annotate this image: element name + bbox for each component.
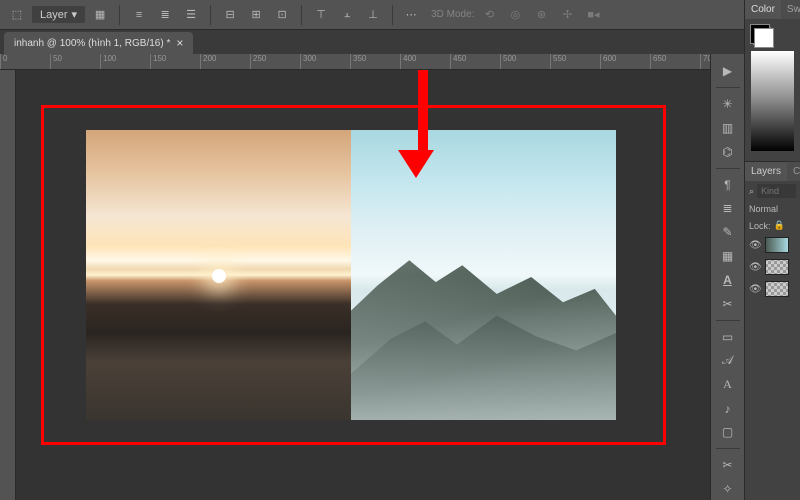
color-slider[interactable] — [751, 51, 794, 151]
lines-icon[interactable]: ≣ — [715, 197, 741, 219]
lock-row: Lock: 🔒 — [745, 217, 800, 234]
visibility-icon[interactable]: 👁 — [749, 284, 762, 295]
cross-icon[interactable]: ✧ — [715, 478, 741, 500]
foreground-background-swatch[interactable] — [753, 27, 771, 45]
bars-icon[interactable]: ▥ — [715, 117, 741, 139]
align-middle-icon[interactable]: ⫠ — [336, 4, 358, 26]
layer-filter-input[interactable] — [757, 184, 796, 198]
glyph-a-icon[interactable]: 𝒜 — [715, 350, 741, 372]
color-panel — [745, 19, 800, 161]
layer-filter-row: ⌕ — [745, 181, 800, 201]
tab-title: inhanh @ 100% (hình 1, RGB/16) * — [14, 38, 170, 49]
transform-controls-icon[interactable]: ▦ — [89, 4, 111, 26]
orbit-icon: ⟲ — [478, 4, 500, 26]
annotation-arrow — [411, 70, 434, 178]
mode-3d-label: 3D Mode: — [431, 9, 474, 20]
ruler-horizontal[interactable]: 0501001502002503003504004505005506006507… — [0, 54, 710, 70]
scissors-icon[interactable]: ✂ — [715, 454, 741, 476]
paragraph-icon[interactable]: ¶ — [715, 174, 741, 196]
pan-icon: ⊛ — [530, 4, 552, 26]
layer-thumbnail — [765, 237, 789, 253]
visibility-icon[interactable]: 👁 — [749, 262, 762, 273]
play-icon[interactable]: ▶ — [715, 60, 741, 82]
serif-a-icon[interactable]: A — [715, 374, 741, 396]
tab-channels[interactable]: Ch — [787, 161, 800, 181]
distribute-h3-icon[interactable]: ⊡ — [271, 4, 293, 26]
artboard[interactable] — [86, 130, 616, 420]
visibility-icon[interactable]: 👁 — [749, 240, 762, 251]
right-panel-group: Color Sw Layers Ch ⌕ Normal Lock: 🔒 👁 👁 … — [744, 0, 800, 500]
layer-row-3[interactable]: 👁 — [745, 278, 800, 300]
camera-icon: ■◂ — [582, 4, 604, 26]
ruler-vertical[interactable] — [0, 70, 16, 500]
type-icon[interactable]: A — [715, 269, 741, 291]
swatch-icon[interactable]: ▦ — [715, 245, 741, 267]
canvas-area[interactable] — [16, 70, 710, 500]
image-left-sunset — [86, 130, 351, 420]
align-left-icon[interactable]: ≡ — [128, 4, 150, 26]
layer-select[interactable]: Layer▾ — [32, 6, 85, 23]
align-center-icon[interactable]: ≣ — [154, 4, 176, 26]
auto-select-icon[interactable]: ⬚ — [6, 4, 28, 26]
slide-icon: ✢ — [556, 4, 578, 26]
blend-mode-select[interactable]: Normal — [745, 201, 800, 217]
note-icon[interactable]: ♪ — [715, 398, 741, 420]
layer-row-2[interactable]: 👁 — [745, 256, 800, 278]
align-bottom-icon[interactable]: ⊥ — [362, 4, 384, 26]
tab-color[interactable]: Color — [745, 0, 781, 19]
clip-icon[interactable]: ✂ — [715, 293, 741, 315]
brush-icon[interactable]: ✎ — [715, 221, 741, 243]
tab-layers[interactable]: Layers — [745, 161, 787, 181]
roll-icon: ◎ — [504, 4, 526, 26]
sun-glow — [212, 269, 226, 283]
align-top-icon[interactable]: ⊤ — [310, 4, 332, 26]
histogram-icon[interactable]: ⌬ — [715, 141, 741, 163]
tab-swatches[interactable]: Sw — [781, 0, 800, 19]
chevron-down-icon: ▾ — [72, 8, 78, 21]
image-right-mountains — [351, 130, 616, 420]
distribute-h2-icon[interactable]: ⊞ — [245, 4, 267, 26]
collapsed-panel-dock: ▶ ✳ ▥ ⌬ ¶ ≣ ✎ ▦ A ✂ ▭ 𝒜 A ♪ ▢ ✂ ✧ — [710, 54, 744, 500]
lock-icon[interactable]: 🔒 — [774, 220, 785, 231]
artboard-icon[interactable]: ▢ — [715, 421, 741, 443]
align-panel-icon[interactable]: ▭ — [715, 326, 741, 348]
layer-thumbnail — [765, 259, 789, 275]
layer-thumbnail — [765, 281, 789, 297]
burst-icon[interactable]: ✳ — [715, 93, 741, 115]
close-icon[interactable]: × — [176, 36, 183, 50]
document-tab[interactable]: inhanh @ 100% (hình 1, RGB/16) * × — [4, 32, 193, 54]
more-options-icon[interactable]: ⋯ — [401, 4, 423, 26]
distribute-h1-icon[interactable]: ⊟ — [219, 4, 241, 26]
align-right-icon[interactable]: ☰ — [180, 4, 202, 26]
layer-row-1[interactable]: 👁 — [745, 234, 800, 256]
search-icon: ⌕ — [749, 186, 754, 197]
options-bar: ⬚ Layer▾ ▦ ≡ ≣ ☰ ⊟ ⊞ ⊡ ⊤ ⫠ ⊥ ⋯ 3D Mode: … — [0, 0, 800, 30]
document-tab-bar: inhanh @ 100% (hình 1, RGB/16) * × — [0, 30, 800, 54]
